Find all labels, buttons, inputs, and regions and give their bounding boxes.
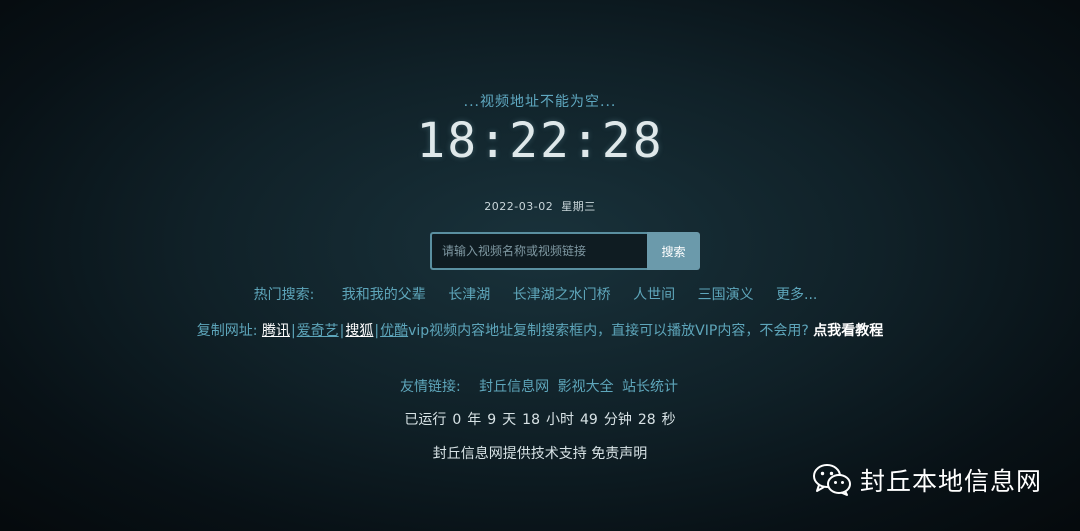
watermark: 封丘本地信息网 xyxy=(812,462,1042,498)
separator: | xyxy=(290,323,296,339)
uptime-unit: 小时 xyxy=(546,412,574,428)
search-bar: 搜索 xyxy=(430,232,700,270)
empty-url-notice: ...视频地址不能为空... xyxy=(463,94,617,110)
separator: | xyxy=(374,323,380,339)
friend-links-label: 友情链接: xyxy=(399,379,461,395)
hot-search-link[interactable]: 长津湖之水门桥 xyxy=(513,287,611,303)
uptime-unit: 年 xyxy=(467,412,482,428)
footer: 封丘信息网提供技术支持 免责声明 xyxy=(0,443,1080,463)
friend-link[interactable]: 封丘信息网 xyxy=(479,379,549,395)
copy-url-label: 复制网址: xyxy=(196,323,258,339)
copy-url-instructions: 复制网址: 腾讯|爱奇艺|搜狐|优酷vip视频内容地址复制搜索框内，直接可以播放… xyxy=(0,320,1080,340)
uptime-days: 9 xyxy=(487,412,497,428)
uptime-hours: 18 xyxy=(522,412,540,428)
uptime-prefix: 已运行 xyxy=(404,412,447,428)
hot-search-link[interactable]: 长津湖 xyxy=(448,287,490,303)
separator: | xyxy=(339,323,345,339)
clock-time: 18:22:28 xyxy=(416,113,664,169)
tech-support-text: 封丘信息网提供技术支持 xyxy=(432,446,587,462)
friend-link[interactable]: 站长统计 xyxy=(622,379,678,395)
tutorial-link[interactable]: 点我看教程 xyxy=(813,323,883,339)
uptime-unit: 秒 xyxy=(661,412,676,428)
search-button[interactable]: 搜索 xyxy=(647,232,700,270)
search-input[interactable] xyxy=(430,232,647,270)
uptime-unit: 天 xyxy=(502,412,517,428)
hot-search-link[interactable]: 我和我的父辈 xyxy=(342,287,426,303)
site-link-tencent[interactable]: 腾讯 xyxy=(262,323,290,339)
watermark-text: 封丘本地信息网 xyxy=(860,467,1043,496)
clock-weekday: 星期三 xyxy=(561,200,596,213)
uptime-minutes: 49 xyxy=(580,412,598,428)
clock-date: 2022-03-02 xyxy=(484,200,554,213)
hot-search-link[interactable]: 人世间 xyxy=(633,287,675,303)
hot-search-link[interactable]: 三国演义 xyxy=(698,287,754,303)
uptime-years: 0 xyxy=(452,412,462,428)
wechat-icon xyxy=(813,464,851,496)
friend-link[interactable]: 影视大全 xyxy=(558,379,614,395)
site-link-iqiyi[interactable]: 爱奇艺 xyxy=(297,323,339,339)
more-link[interactable]: 更多... xyxy=(776,287,817,303)
disclaimer-link[interactable]: 免责声明 xyxy=(591,446,647,462)
uptime-unit: 分钟 xyxy=(603,412,632,428)
uptime-counter: 已运行 0 年 9 天 18 小时 49 分钟 28 秒 xyxy=(0,409,1080,429)
hot-searches: 热门搜索: 我和我的父辈 长津湖 长津湖之水门桥 人世间 三国演义 更多... xyxy=(0,284,1080,304)
site-link-sohu[interactable]: 搜狐 xyxy=(345,323,373,339)
uptime-seconds: 28 xyxy=(637,412,656,428)
copy-url-text: vip视频内容地址复制搜索框内，直接可以播放VIP内容，不会用? xyxy=(408,323,809,339)
clock-date-row: 2022-03-02 星期三 xyxy=(0,198,1080,214)
site-link-youku[interactable]: 优酷 xyxy=(380,323,408,339)
hot-searches-label: 热门搜索: xyxy=(253,287,315,303)
friend-links: 友情链接: 封丘信息网 影视大全 站长统计 xyxy=(0,376,1080,396)
